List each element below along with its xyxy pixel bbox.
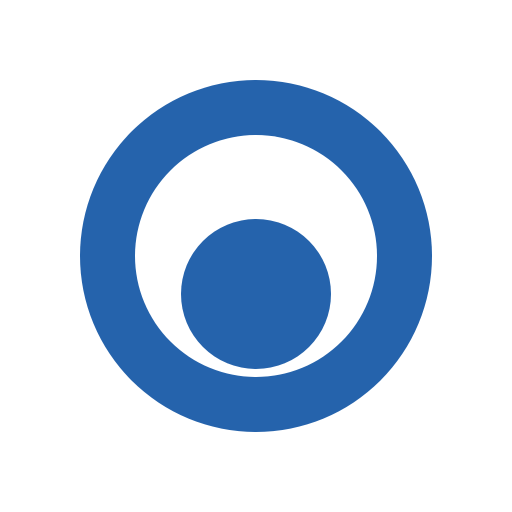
- inner-dot-shape: [181, 219, 331, 369]
- logo-canvas: [0, 0, 512, 512]
- ring-with-inner-dot-logo: [80, 80, 432, 432]
